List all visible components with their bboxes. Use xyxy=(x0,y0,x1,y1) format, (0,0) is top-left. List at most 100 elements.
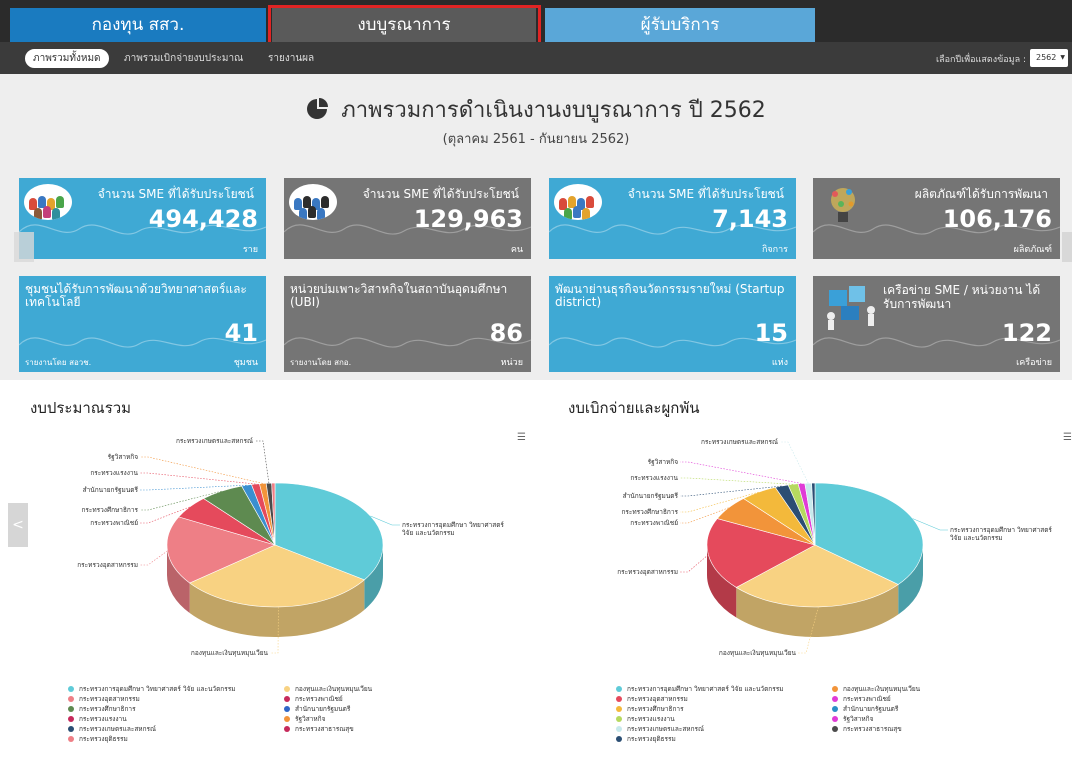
legend-label: กระทรวงยุติธรรม xyxy=(627,735,676,743)
legend-item[interactable]: กระทรวงการอุดมศึกษา วิทยาศาสตร์ วิจัย แล… xyxy=(616,684,784,694)
legend-item[interactable]: กระทรวงอุตสาหกรรม xyxy=(616,694,688,704)
pie-chart-icon xyxy=(307,98,329,119)
legend-marker xyxy=(68,706,74,712)
stat-card-communities[interactable]: ชุมชนได้รับการพัฒนาด้วยวิทยาศาสตร์และเทค… xyxy=(19,276,266,372)
legend-label: รัฐวิสาหกิจ xyxy=(295,715,326,723)
overview-subtitle: (ตุลาคม 2561 - กันยายน 2562) xyxy=(442,132,630,147)
pie-leader-line xyxy=(140,456,263,484)
card-value: 15 xyxy=(754,319,788,347)
legend-label: กระทรวงพาณิชย์ xyxy=(295,695,343,703)
legend-item[interactable]: กระทรวงการอุดมศึกษา วิทยาศาสตร์ วิจัย แล… xyxy=(68,684,236,694)
chart-title-total-budget: งบประมาณรวม xyxy=(30,399,132,417)
carousel-prev-handle[interactable] xyxy=(14,232,34,262)
card-unit: แห่ง xyxy=(771,358,788,368)
stat-card-sme-businesses[interactable]: จำนวน SME ที่ได้รับประโยชน์ 7,143 กิจการ xyxy=(549,178,796,259)
legend-marker xyxy=(284,696,290,702)
card-value: 106,176 xyxy=(942,205,1052,233)
lightbulb-icon xyxy=(831,188,855,222)
pie-slice-label: กระทรวงอุตสาหกรรม xyxy=(617,568,678,576)
pie-slice-label: สำนักนายกรัฐมนตรี xyxy=(83,486,139,494)
overview-title-text: ภาพรวมการดำเนินงานงบบูรณาการ ปี 2562 xyxy=(341,98,766,123)
legend-marker xyxy=(68,686,74,692)
legend-label: สำนักนายกรัฐมนตรี xyxy=(295,705,351,713)
stat-card-sme-people[interactable]: จำนวน SME ที่ได้รับประโยชน์ 129,963 คน xyxy=(284,178,531,259)
legend-label: กระทรวงแรงงาน xyxy=(627,715,675,723)
pie-slice-label: กองทุนและเงินทุนหมุนเวียน xyxy=(719,649,797,657)
subnav-report[interactable]: รายงานผล xyxy=(268,51,314,66)
pie-leader-line xyxy=(680,554,709,573)
legend-label: กระทรวงเกษตรและสหกรณ์ xyxy=(627,725,705,733)
stat-card-ubi[interactable]: หน่วยบ่มเพาะวิสาหกิจในสถาบันอุดมศึกษา (U… xyxy=(284,276,531,372)
legend-label: กระทรวงแรงงาน xyxy=(79,715,127,723)
legend-label: กระทรวงสาธารณสุข xyxy=(843,725,902,733)
legend-item[interactable]: กระทรวงศึกษาธิการ xyxy=(68,704,136,714)
legend-marker xyxy=(68,716,74,722)
chevron-left-icon[interactable]: < xyxy=(8,503,28,547)
legend-item[interactable]: กองทุนและเงินทุนหมุนเวียน xyxy=(832,684,920,694)
legend-item[interactable]: กองทุนและเงินทุนหมุนเวียน xyxy=(284,684,372,694)
legend-item[interactable]: กระทรวงเกษตรและสหกรณ์ xyxy=(616,724,704,734)
legend-label: รัฐวิสาหกิจ xyxy=(843,715,874,723)
stat-card-products[interactable]: ผลิตภัณฑ์ได้รับการพัฒนา 106,176 ผลิตภัณฑ… xyxy=(813,178,1060,259)
sub-navigation: ภาพรวมทั้งหมด ภาพรวมเบิกจ่ายงบประมาณ ราย… xyxy=(0,42,1072,74)
pie-slice-label: รัฐวิสาหกิจ xyxy=(108,453,139,461)
puzzle-team-icon xyxy=(827,286,875,330)
tab-sme-fund[interactable]: กองทุน สสว. xyxy=(10,8,266,42)
legend-item[interactable]: กระทรวงแรงงาน xyxy=(616,714,675,724)
pie-slice-label: กระทรวงแรงงาน xyxy=(90,469,138,477)
stat-card-networks[interactable]: เครือข่าย SME / หน่วยงาน ได้รับการพัฒนา … xyxy=(813,276,1060,372)
legend-label: กองทุนและเงินทุนหมุนเวียน xyxy=(295,685,373,693)
legend-marker xyxy=(616,736,622,742)
legend-marker xyxy=(616,696,622,702)
legend-marker xyxy=(284,686,290,692)
legend-item[interactable]: สำนักนายกรัฐมนตรี xyxy=(832,704,898,714)
pie-slice-label: กระทรวงเกษตรและสหกรณ์ xyxy=(176,437,253,445)
pie-legend-total-budget: กระทรวงการอุดมศึกษา วิทยาศาสตร์ วิจัย แล… xyxy=(68,684,538,754)
legend-label: กระทรวงสาธารณสุข xyxy=(295,725,354,733)
stat-card-startup-district[interactable]: พัฒนาย่านธุรกิจนวัตกรรมรายใหม่ (Startup … xyxy=(549,276,796,372)
legend-label: กระทรวงอุตสาหกรรม xyxy=(627,695,688,703)
active-tab-highlight xyxy=(268,5,541,47)
legend-item[interactable]: กระทรวงอุตสาหกรรม xyxy=(68,694,140,704)
card-title: พัฒนาย่านธุรกิจนวัตกรรมรายใหม่ (Startup … xyxy=(555,282,785,309)
legend-item[interactable]: กระทรวงพาณิชย์ xyxy=(832,694,891,704)
legend-marker xyxy=(68,736,74,742)
legend-item[interactable]: กระทรวงสาธารณสุข xyxy=(284,724,354,734)
tab-service-recipients[interactable]: ผู้รับบริการ xyxy=(545,8,815,42)
legend-marker xyxy=(284,726,290,732)
legend-item[interactable]: สำนักนายกรัฐมนตรี xyxy=(284,704,350,714)
legend-item[interactable]: กระทรวงสาธารณสุข xyxy=(832,724,902,734)
card-unit: กิจการ xyxy=(761,245,788,255)
card-title: จำนวน SME ที่ได้รับประโยชน์ xyxy=(97,187,254,201)
pie-slice-label: กระทรวงการอุดมศึกษา วิทยาศาสตร์วิจัย และ… xyxy=(950,526,1053,542)
card-title: ชุมชนได้รับการพัฒนาด้วยวิทยาศาสตร์และเทค… xyxy=(25,282,247,309)
subnav-disbursement[interactable]: ภาพรวมเบิกจ่ายงบประมาณ xyxy=(124,51,243,66)
year-select[interactable]: 2562 ▼ xyxy=(1030,49,1068,67)
chart-title-disbursement: งบเบิกจ่ายและผูกพัน xyxy=(568,399,700,417)
legend-item[interactable]: กระทรวงศึกษาธิการ xyxy=(616,704,684,714)
pie-slice-label: กระทรวงพาณิชย์ xyxy=(630,519,678,527)
legend-item[interactable]: รัฐวิสาหกิจ xyxy=(284,714,325,724)
card-unit: ชุมชน xyxy=(233,358,258,368)
legend-label: กระทรวงยุติธรรม xyxy=(79,735,128,743)
card-unit: หน่วย xyxy=(500,358,523,368)
legend-marker xyxy=(832,696,838,702)
card-title: ผลิตภัณฑ์ได้รับการพัฒนา xyxy=(914,187,1048,201)
legend-item[interactable]: กระทรวงยุติธรรม xyxy=(616,734,676,744)
legend-item[interactable]: กระทรวงเกษตรและสหกรณ์ xyxy=(68,724,156,734)
carousel-next-handle[interactable] xyxy=(1062,232,1072,262)
subnav-overview[interactable]: ภาพรวมทั้งหมด xyxy=(25,49,109,68)
legend-item[interactable]: กระทรวงพาณิชย์ xyxy=(284,694,343,704)
pie-slice-label: กระทรวงการอุดมศึกษา วิทยาศาสตร์วิจัย และ… xyxy=(402,521,505,537)
card-unit: เครือข่าย xyxy=(1016,358,1052,368)
legend-label: กระทรวงศึกษาธิการ xyxy=(627,705,684,713)
pie-slice-label: กระทรวงอุตสาหกรรม xyxy=(77,561,138,569)
legend-item[interactable]: กระทรวงแรงงาน xyxy=(68,714,127,724)
legend-label: สำนักนายกรัฐมนตรี xyxy=(843,705,899,713)
legend-marker xyxy=(68,726,74,732)
pie-slice-label: กองทุนและเงินทุนหมุนเวียน xyxy=(191,649,269,657)
legend-item[interactable]: กระทรวงยุติธรรม xyxy=(68,734,128,744)
card-unit: คน xyxy=(510,245,523,255)
legend-item[interactable]: รัฐวิสาหกิจ xyxy=(832,714,873,724)
stat-card-sme-persons[interactable]: จำนวน SME ที่ได้รับประโยชน์ 494,428 ราย xyxy=(19,178,266,259)
